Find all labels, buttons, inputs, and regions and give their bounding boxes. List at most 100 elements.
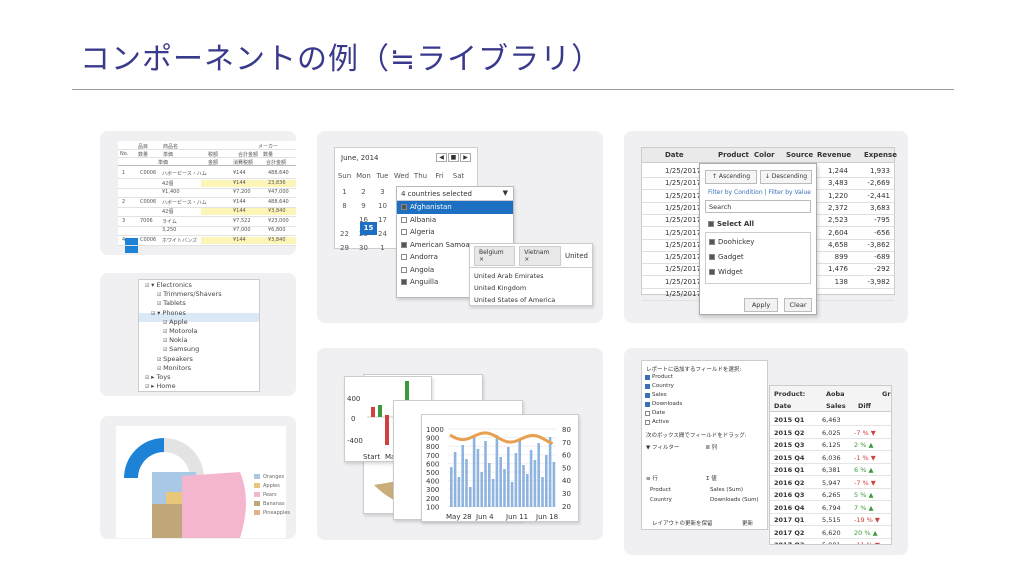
column-header[interactable]: Product <box>718 151 749 159</box>
table-row[interactable]: 42個 ¥144 23,836 <box>118 179 296 189</box>
tag-suggestion[interactable]: United Kingdom <box>470 282 592 294</box>
pivot-header[interactable]: Date <box>774 402 791 410</box>
tag-chip[interactable]: Belgium × <box>474 245 516 266</box>
tree-node[interactable]: ☑ ▾ Electronics <box>145 281 192 289</box>
filter-value-item[interactable]: Widget <box>709 268 743 276</box>
table-row[interactable]: 3 7006 ライム ¥7,522 ¥23,000 <box>118 217 296 227</box>
pivot-panel-text[interactable]: Downloads <box>645 401 682 407</box>
pivot-panel-text[interactable]: Product <box>645 374 673 380</box>
tree-node[interactable]: ☑ Trimmers/Shavers <box>157 290 222 298</box>
column-header[interactable]: Date <box>665 151 684 159</box>
table-row[interactable]: 42個 ¥144 ¥3,840 <box>118 207 296 217</box>
tag-input-query[interactable]: United <box>565 252 588 260</box>
pivot-grid[interactable]: Product: Aoba Gr Date Sales Diff 2015 Q1 6,463 2… <box>769 385 892 545</box>
checkbox[interactable] <box>645 402 650 407</box>
checkbox[interactable] <box>401 279 407 286</box>
calendar-day[interactable]: 29 <box>335 244 354 252</box>
column-header[interactable]: Source <box>786 151 813 159</box>
filter-value-item[interactable]: Gadget <box>709 253 744 261</box>
pivot-header[interactable]: Aoba <box>826 390 845 398</box>
pivot-panel-text[interactable]: Country <box>645 383 674 389</box>
calendar-day[interactable]: 30 <box>354 244 373 252</box>
checkbox[interactable] <box>401 216 407 223</box>
filter-search-input[interactable]: Search <box>705 200 811 213</box>
tree-node[interactable]: ☑ Nokia <box>163 336 187 344</box>
checkbox[interactable] <box>401 229 407 236</box>
tag-input-field[interactable]: Belgium × Vietnam × United <box>470 244 592 268</box>
calendar-prev-button[interactable]: ◀ <box>436 153 447 162</box>
checkbox[interactable] <box>645 411 650 416</box>
multi-select-header[interactable]: 4 countries selected ▼ <box>397 187 513 201</box>
calendar-today-button[interactable]: ■ <box>448 153 459 162</box>
pivot-panel-text[interactable]: レイアウトの更新を保留 <box>652 519 713 527</box>
calendar-day[interactable]: 22 <box>335 230 354 238</box>
checkbox[interactable] <box>709 239 715 245</box>
table-row[interactable]: 3,250 ¥7,000 ¥6,800 <box>118 226 296 236</box>
checkbox[interactable] <box>645 375 650 380</box>
tree-node[interactable]: ☑ Monitors <box>157 364 191 372</box>
calendar-day[interactable]: 3 <box>373 188 392 196</box>
filter-value-list[interactable]: Doohickey Gadget Widget <box>705 232 811 284</box>
table-row[interactable]: 4 C0006 ホワイトバンズ ¥144 ¥3,840 <box>118 236 296 246</box>
calendar-day[interactable]: 9 <box>354 202 373 210</box>
tree-view[interactable]: ☑ ▾ Electronics ☑ Trimmers/Shavers ☑ Table… <box>138 279 260 392</box>
sort-descending-button[interactable]: ↓ Descending <box>760 170 812 184</box>
pivot-panel-text[interactable]: 更新 <box>742 519 753 527</box>
chevron-down-icon[interactable]: ▼ <box>503 189 508 197</box>
grid-form-sheet[interactable]: 品目 商品名 メーカー No. 数量 単価 税額 合計金額 数量 単価 金額 消費税額 合計金額 1 C00… <box>118 141 296 253</box>
pivot-panel-text[interactable]: Date <box>645 410 665 416</box>
pivot-header[interactable]: Product: <box>774 390 805 398</box>
checkbox[interactable] <box>645 393 650 398</box>
column-header[interactable]: Color <box>754 151 775 159</box>
filter-mode-links[interactable]: Filter by Condition | Filter by Value <box>708 189 811 196</box>
checkbox[interactable] <box>401 241 407 248</box>
dropdown-option[interactable]: Afghanistan <box>397 201 513 214</box>
checkbox[interactable] <box>401 266 407 273</box>
apply-button[interactable]: Apply <box>744 298 778 312</box>
tag-suggestion[interactable]: United Arab Emirates <box>470 270 592 282</box>
main-bar-line-chart[interactable]: 1000 900 800 700 600 500 400 300 200 100 80 70 60 50 4… <box>421 414 579 522</box>
calendar-day[interactable]: 10 <box>373 202 392 210</box>
calendar-day[interactable]: 1 <box>373 244 392 252</box>
table-row[interactable]: ¥1,400 ¥7,200 ¥47,000 <box>118 188 296 198</box>
column-header[interactable]: Revenue <box>817 151 851 159</box>
tag-input[interactable]: Belgium × Vietnam × United United Arab E… <box>469 243 593 306</box>
tree-node[interactable]: ☑ Speakers <box>157 355 193 363</box>
tag-suggestion[interactable]: United States of America <box>470 294 592 306</box>
column-filter-popup[interactable]: ↑ Ascending ↓ Descending Filter by Condi… <box>699 163 817 315</box>
calendar-selected-day[interactable]: 15 <box>360 222 377 235</box>
tree-node[interactable]: ☑ ▸ Home <box>145 382 176 390</box>
calendar-day[interactable]: 1 <box>335 188 354 196</box>
calendar-next-button[interactable]: ▶ <box>460 153 471 162</box>
pivot-field-panel[interactable]: レポートに追加するフィールドを選択: Product Country Sales Dow… <box>641 360 768 530</box>
pivot-panel-text[interactable]: Sales <box>645 392 667 398</box>
pivot-panel-text[interactable]: Active <box>645 419 669 425</box>
pivot-header[interactable]: Sales <box>826 402 846 410</box>
column-header[interactable]: Expense <box>864 151 897 159</box>
calendar-day[interactable]: 8 <box>335 202 354 210</box>
tree-node[interactable]: ☑ ▾ Phones <box>151 309 186 317</box>
checkbox[interactable] <box>709 269 715 275</box>
table-row[interactable]: 1 C0006 ハボーピース・ハム ¥144 488,640 <box>118 169 296 179</box>
checkbox[interactable] <box>645 420 650 425</box>
tag-chip[interactable]: Vietnam × <box>519 245 561 266</box>
dropdown-option[interactable]: Albania <box>397 214 513 227</box>
filter-value-item[interactable]: Doohickey <box>709 238 754 246</box>
tree-node[interactable]: ☑ Samsung <box>163 345 199 353</box>
table-row[interactable]: 2 C0006 ハボーピース・ハム ¥144 488,640 <box>118 198 296 208</box>
checkbox[interactable] <box>401 254 407 261</box>
tree-node[interactable]: ☑ ▸ Toys <box>145 373 170 381</box>
tree-node[interactable]: ☑ Motorola <box>163 327 197 335</box>
sort-ascending-button[interactable]: ↑ Ascending <box>705 170 757 184</box>
pivot-header[interactable]: Gr <box>882 390 891 398</box>
checkbox[interactable] <box>709 254 715 260</box>
clear-button[interactable]: Clear <box>784 298 812 312</box>
tree-node[interactable]: ☑ Tablets <box>157 299 186 307</box>
checkbox[interactable] <box>645 384 650 389</box>
tree-node[interactable]: ☑ Apple <box>163 318 188 326</box>
select-all-checkbox[interactable]: Select All <box>708 220 754 228</box>
pivot-header[interactable]: Diff <box>858 402 871 410</box>
dropdown-option[interactable]: Algeria <box>397 226 513 239</box>
calendar-day[interactable]: 2 <box>354 188 373 196</box>
checkbox[interactable] <box>401 204 407 211</box>
